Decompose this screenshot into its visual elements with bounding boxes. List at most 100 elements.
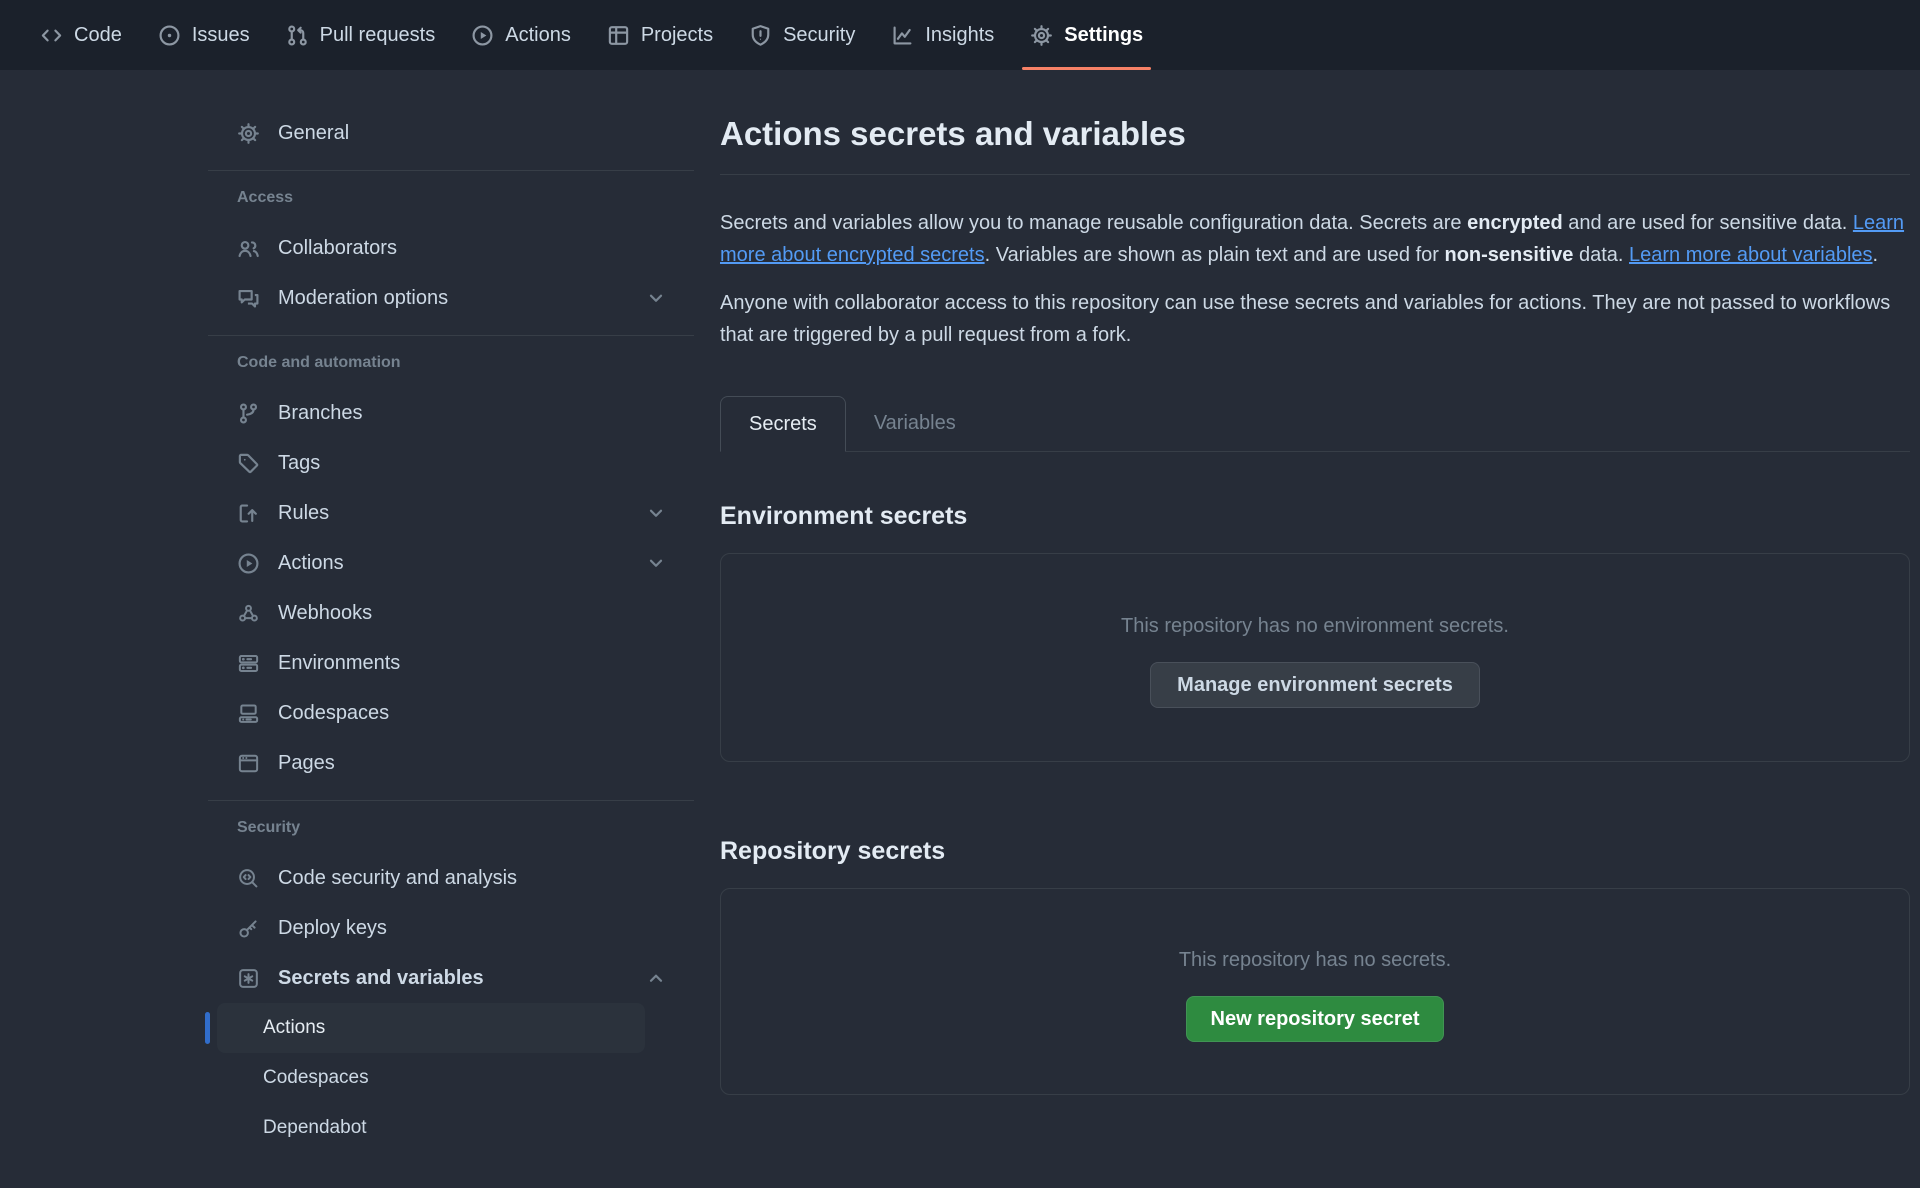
sidebar-section-security: Security	[208, 813, 694, 843]
sidebar-divider	[208, 335, 694, 336]
issue-opened-icon	[158, 24, 181, 47]
new-repository-secret-button[interactable]: New repository secret	[1186, 996, 1445, 1042]
secrets-variables-tabnav: Secrets Variables	[720, 395, 1910, 452]
intro-text-segment: Secrets and variables allow you to manag…	[720, 212, 1467, 234]
sidebar-subitem-dependabot[interactable]: Dependabot	[208, 1103, 694, 1153]
link-learn-more-variables[interactable]: Learn more about variables	[1629, 244, 1872, 266]
repository-secrets-empty-message: This repository has no secrets.	[1179, 949, 1451, 972]
sidebar-item-webhooks[interactable]: Webhooks	[208, 588, 694, 638]
nav-tab-label: Actions	[505, 24, 571, 47]
tag-icon	[237, 452, 260, 475]
webhook-icon	[237, 602, 260, 625]
tab-variables[interactable]: Variables	[846, 395, 984, 451]
sidebar-item-label: Environments	[278, 652, 400, 675]
environment-secrets-empty-message: This repository has no environment secre…	[1121, 615, 1509, 638]
sidebar-divider	[208, 800, 694, 801]
nav-tab-pull-requests[interactable]: Pull requests	[272, 0, 450, 70]
nav-tab-actions[interactable]: Actions	[457, 0, 585, 70]
nav-tab-label: Security	[783, 24, 855, 47]
sidebar-item-label: Collaborators	[278, 237, 397, 260]
git-pull-request-icon	[286, 24, 309, 47]
key-icon	[237, 917, 260, 940]
nav-tab-label: Issues	[192, 24, 250, 47]
sidebar-item-branches[interactable]: Branches	[208, 388, 694, 438]
sidebar-item-label: Rules	[278, 502, 329, 525]
play-icon	[237, 552, 260, 575]
intro-paragraph-2: Anyone with collaborator access to this …	[720, 287, 1910, 351]
sidebar-item-codespaces[interactable]: Codespaces	[208, 688, 694, 738]
people-icon	[237, 237, 260, 260]
intro-text-segment: . Variables are shown as plain text and …	[985, 244, 1445, 266]
play-icon	[471, 24, 494, 47]
active-tab-underline	[1022, 67, 1151, 70]
sidebar-item-pages[interactable]: Pages	[208, 738, 694, 788]
environment-secrets-heading: Environment secrets	[720, 499, 1910, 533]
chevron-down-icon	[646, 503, 666, 523]
sidebar-item-rules[interactable]: Rules	[208, 488, 694, 538]
chevron-down-icon	[646, 553, 666, 573]
sidebar-item-code-security-and-analysis[interactable]: Code security and analysis	[208, 853, 694, 903]
comment-discussion-icon	[237, 287, 260, 310]
nav-tab-issues[interactable]: Issues	[144, 0, 264, 70]
sidebar-item-label: Actions	[278, 552, 344, 575]
browser-icon	[237, 752, 260, 775]
sidebar-item-label: Secrets and variables	[278, 967, 484, 990]
sidebar-subitem-label: Actions	[263, 1017, 325, 1039]
sidebar-item-label: Moderation options	[278, 287, 448, 310]
intro-bold-non-sensitive: non-sensitive	[1445, 244, 1574, 266]
settings-sidebar: General Access Collaborators Moderation …	[208, 108, 694, 1153]
nav-tab-insights[interactable]: Insights	[877, 0, 1008, 70]
gear-icon	[1030, 24, 1053, 47]
intro-text-segment: .	[1873, 244, 1879, 266]
settings-content: Actions secrets and variables Secrets an…	[720, 108, 1910, 1095]
intro-text-segment: data.	[1573, 244, 1629, 266]
shield-exclamation-icon	[749, 24, 772, 47]
sidebar-item-tags[interactable]: Tags	[208, 438, 694, 488]
sidebar-item-environments[interactable]: Environments	[208, 638, 694, 688]
tab-secrets[interactable]: Secrets	[720, 396, 846, 452]
asterisk-box-icon	[237, 967, 260, 990]
repository-secrets-heading: Repository secrets	[720, 834, 1910, 868]
table-icon	[607, 24, 630, 47]
sidebar-item-label: Pages	[278, 752, 335, 775]
sidebar-subitem-label: Dependabot	[263, 1117, 367, 1139]
chevron-up-icon	[646, 968, 666, 988]
environment-secrets-empty-box: This repository has no environment secre…	[720, 553, 1910, 762]
repository-secrets-empty-box: This repository has no secrets. New repo…	[720, 888, 1910, 1095]
graph-icon	[891, 24, 914, 47]
sidebar-item-label: Tags	[278, 452, 320, 475]
nav-tab-settings[interactable]: Settings	[1016, 0, 1157, 70]
sidebar-item-label: Webhooks	[278, 602, 372, 625]
intro-text-segment: and are used for sensitive data.	[1563, 212, 1853, 234]
sidebar-item-moderation-options[interactable]: Moderation options	[208, 273, 694, 323]
sidebar-item-label: Code security and analysis	[278, 867, 517, 890]
sidebar-item-general[interactable]: General	[208, 108, 694, 158]
sidebar-item-deploy-keys[interactable]: Deploy keys	[208, 903, 694, 953]
intro-bold-encrypted: encrypted	[1467, 212, 1563, 234]
sidebar-item-label: Codespaces	[278, 702, 389, 725]
sidebar-item-label: Branches	[278, 402, 363, 425]
sidebar-subitem-actions[interactable]: Actions	[217, 1003, 645, 1053]
nav-tab-security[interactable]: Security	[735, 0, 869, 70]
code-scan-icon	[237, 867, 260, 890]
server-icon	[237, 652, 260, 675]
page-title: Actions secrets and variables	[720, 114, 1910, 175]
codespaces-icon	[237, 702, 260, 725]
manage-environment-secrets-button[interactable]: Manage environment secrets	[1150, 662, 1480, 708]
sidebar-item-secrets-and-variables[interactable]: Secrets and variables	[208, 953, 694, 1003]
nav-tab-label: Settings	[1064, 24, 1143, 47]
sidebar-subitem-codespaces[interactable]: Codespaces	[208, 1053, 694, 1103]
intro-text: Secrets and variables allow you to manag…	[720, 207, 1910, 351]
sidebar-section-code-and-automation: Code and automation	[208, 348, 694, 378]
intro-paragraph-1: Secrets and variables allow you to manag…	[720, 207, 1910, 271]
sidebar-item-label: General	[278, 122, 349, 145]
git-branch-icon	[237, 402, 260, 425]
nav-tab-code[interactable]: Code	[26, 0, 136, 70]
repo-nav: Code Issues Pull requests Actions Projec…	[0, 0, 1920, 70]
nav-tab-projects[interactable]: Projects	[593, 0, 727, 70]
nav-tab-label: Pull requests	[320, 24, 436, 47]
sidebar-item-actions[interactable]: Actions	[208, 538, 694, 588]
sidebar-item-collaborators[interactable]: Collaborators	[208, 223, 694, 273]
code-icon	[40, 24, 63, 47]
rules-icon	[237, 502, 260, 525]
